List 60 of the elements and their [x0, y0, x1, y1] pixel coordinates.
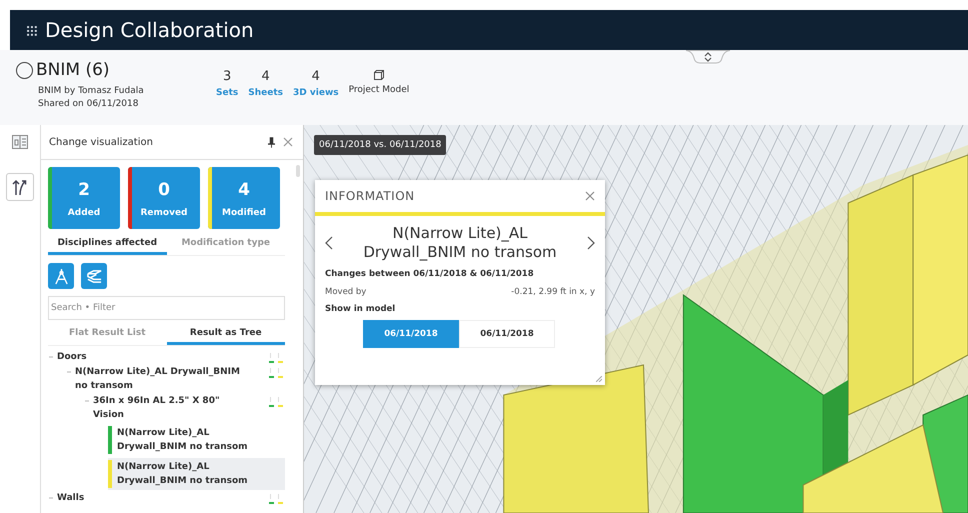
changes-tool-button[interactable]: [6, 173, 34, 201]
tree-item-label: N(Narrow Lite)_AL Drywall_BNIM no transom: [117, 427, 249, 454]
show-in-model-label: Show in model: [324, 303, 396, 316]
change-indicator-icon: [269, 352, 285, 364]
close-icon[interactable]: [585, 191, 595, 201]
tree-item[interactable]: N(Narrow Lite)_AL Drywall_BNIM no transom: [108, 424, 285, 456]
change-indicator-icon: [269, 396, 285, 408]
search-field[interactable]: Search • Filter: [48, 296, 285, 320]
change-count: 0: [158, 180, 170, 200]
cube-icon: [372, 69, 385, 81]
app-grid-icon[interactable]: [26, 24, 37, 36]
diverging-arrows-icon: [12, 178, 28, 196]
tree-item[interactable]: N(Narrow Lite)_AL Drywall_BNIM no transom: [108, 458, 285, 490]
collapse-tab[interactable]: [686, 50, 730, 64]
collapse-icon[interactable]: [66, 369, 72, 375]
stat-count: 4: [261, 69, 270, 84]
compass-icon: [54, 268, 68, 284]
changes-heading: Changes between 06/11/2018 & 06/11/2018: [324, 268, 535, 281]
package-owner: BNIM by Tomasz Fudala: [38, 85, 145, 98]
compare-sheets-icon[interactable]: [12, 135, 28, 149]
collapse-icon[interactable]: [48, 354, 54, 360]
property-value: -0.21, 2.99 ft in x, y: [511, 287, 595, 297]
tab[interactable]: Disciplines affected: [48, 236, 166, 255]
tree-group-label[interactable]: Doors: [57, 350, 266, 364]
change-label: Modified: [222, 208, 266, 218]
architecture-filter-button[interactable]: [48, 263, 74, 289]
collapse-icon[interactable]: [48, 495, 54, 501]
popup-title: INFORMATION: [325, 189, 415, 203]
previous-icon[interactable]: [325, 236, 333, 250]
tree-item-label: N(Narrow Lite)_AL Drywall_BNIM no transom: [117, 461, 249, 488]
structure-filter-button[interactable]: [81, 263, 107, 289]
change-label: Removed: [140, 208, 188, 218]
change-indicator-icon: [269, 367, 285, 379]
change-count: 2: [78, 180, 90, 200]
select-circle[interactable]: [16, 62, 33, 78]
panel-title: Change visualization: [49, 136, 154, 148]
collapse-icon[interactable]: [84, 398, 90, 404]
tree-group-label[interactable]: Walls: [57, 491, 266, 505]
app-title: Design Collaboration: [45, 18, 254, 42]
pin-icon[interactable]: [268, 136, 275, 148]
project-model-label[interactable]: Project Model: [348, 85, 410, 95]
property-label: Moved by: [325, 287, 366, 297]
change-count: 4: [238, 180, 250, 200]
resize-grip-icon[interactable]: [596, 376, 602, 382]
tab[interactable]: Result as Tree: [166, 326, 285, 345]
element-name: N(Narrow Lite)_AL Drywall_BNIM no transom: [362, 224, 558, 262]
beam-icon: [86, 268, 102, 284]
next-icon[interactable]: [587, 236, 595, 250]
stat-count: 3: [222, 69, 232, 84]
tree-group-label[interactable]: 36In x 96In AL 2.5" X 80" Vision: [93, 394, 266, 422]
change-indicator-icon: [269, 493, 285, 505]
version-toggle[interactable]: 06/11/2018: [459, 320, 555, 348]
shared-date: Shared on 06/11/2018: [38, 98, 140, 111]
close-icon[interactable]: [283, 137, 293, 147]
stat-count: 4: [312, 69, 320, 84]
comparison-label: 06/11/2018 vs. 06/11/2018: [314, 135, 446, 155]
change-label: Added: [68, 208, 100, 218]
package-name: BNIM (6): [36, 60, 110, 80]
tree-group-label[interactable]: N(Narrow Lite)_AL Drywall_BNIM no transom: [75, 365, 266, 393]
scrollbar[interactable]: [296, 165, 300, 177]
